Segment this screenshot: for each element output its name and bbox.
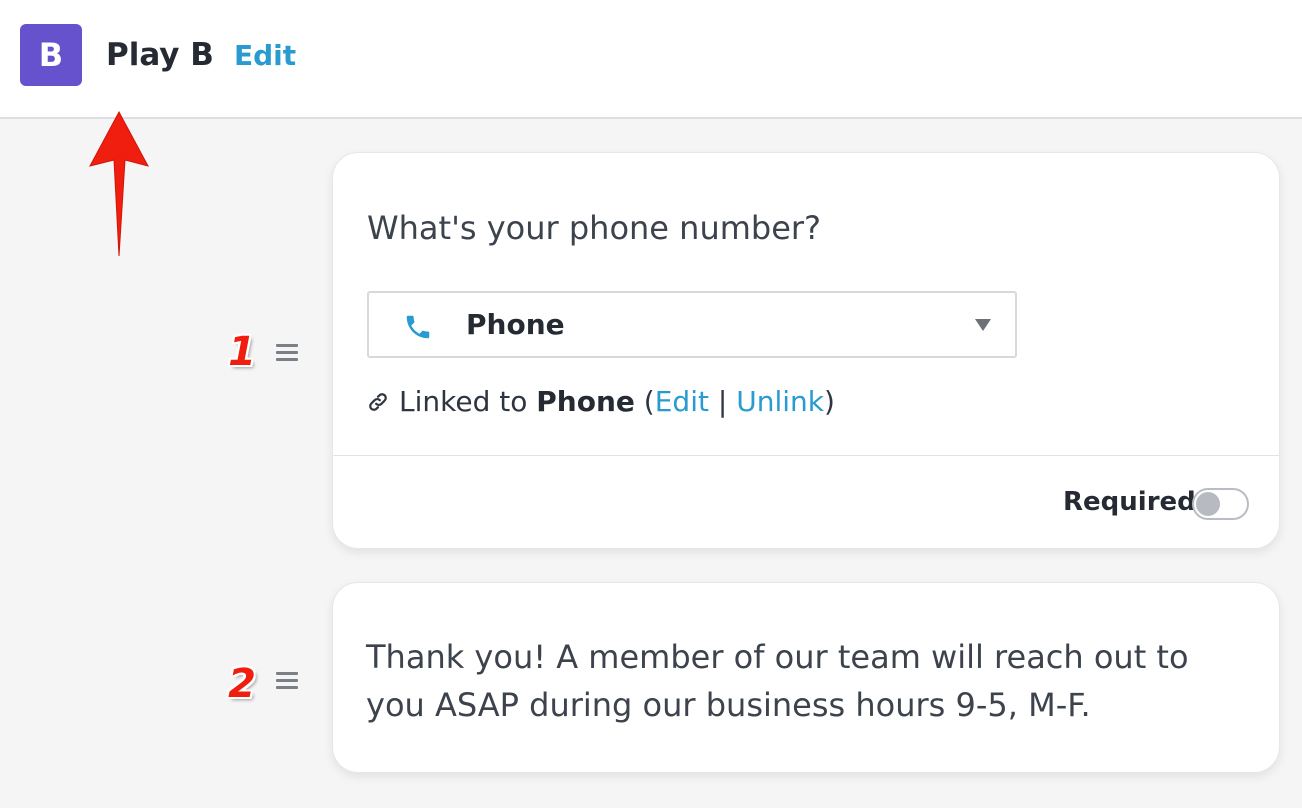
field-type-value: Phone [466,308,565,341]
phone-icon [406,315,430,339]
message-card-thank-you: Thank you! A member of our team will rea… [332,582,1280,773]
unlink-link[interactable]: Unlink [736,385,824,418]
question-card-phone: What's your phone number? Phone Linked t… [332,152,1280,549]
required-label: Required [1063,487,1196,517]
thank-you-message: Thank you! A member of our team will rea… [366,638,1189,724]
toggle-knob [1196,492,1220,516]
drag-handle-icon[interactable] [276,672,298,690]
open-paren: ( [643,385,655,418]
drag-handle-icon[interactable] [276,344,298,362]
link-separator: | [717,385,728,418]
link-icon [369,393,387,411]
required-toggle[interactable] [1192,488,1249,520]
linked-field-info: Linked to Phone (Edit | Unlink) [367,383,835,421]
play-avatar: B [20,24,82,86]
red-arrow-annotation [89,110,149,257]
edit-play-name-link[interactable]: Edit [234,38,296,74]
card-divider [333,455,1279,456]
linked-prefix: Linked to [399,385,528,418]
step-number-2: 2 [228,661,256,707]
step-number-1: 1 [228,329,256,375]
edit-link[interactable]: Edit [655,385,709,418]
close-paren: ) [823,385,835,418]
play-title: Play B [106,37,214,73]
dropdown-caret-icon [975,319,991,331]
header: B Play B Edit [0,0,1302,119]
field-type-select[interactable]: Phone [367,291,1017,358]
question-text: What's your phone number? [367,209,822,247]
linked-field-name: Phone [536,385,635,418]
